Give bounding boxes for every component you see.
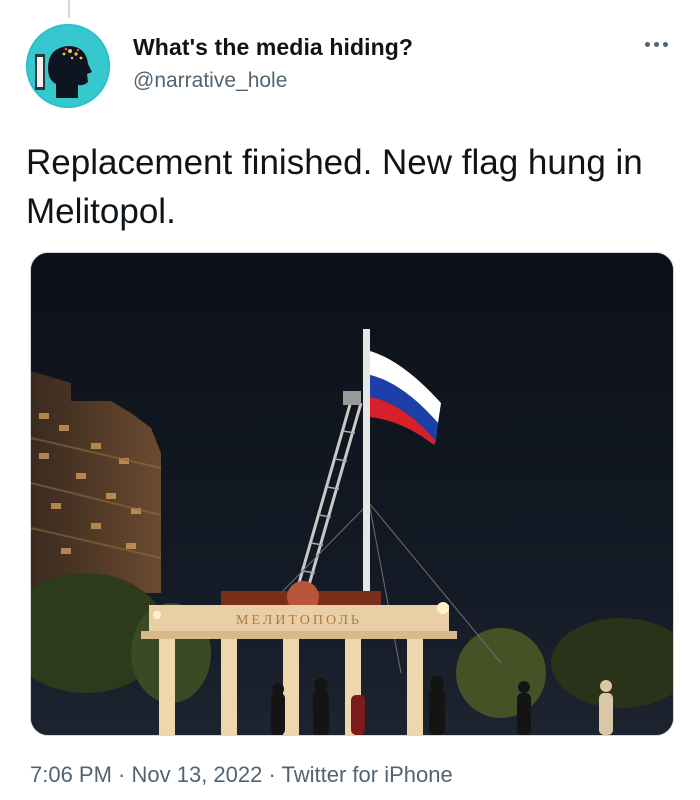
head-silhouette-icon bbox=[26, 24, 110, 108]
separator: · bbox=[262, 762, 282, 787]
thread-connector-line bbox=[68, 0, 70, 18]
tweet-photo[interactable]: МЕЛИТОПОЛЬ bbox=[30, 252, 674, 736]
tweet-time[interactable]: 7:06 PM bbox=[30, 762, 112, 787]
tweet-source[interactable]: Twitter for iPhone bbox=[282, 762, 453, 787]
tweet-date[interactable]: Nov 13, 2022 bbox=[132, 762, 263, 787]
author-handle[interactable]: @narrative_hole bbox=[133, 69, 287, 93]
more-options-button[interactable] bbox=[638, 30, 674, 58]
author-display-name[interactable]: What's the media hiding? bbox=[133, 34, 413, 61]
avatar[interactable] bbox=[26, 24, 110, 108]
tweet-text: Replacement finished. New flag hung in M… bbox=[26, 143, 643, 231]
tweet-metadata: 7:06 PM · Nov 13, 2022 · Twitter for iPh… bbox=[30, 762, 453, 788]
more-horizontal-icon bbox=[644, 41, 650, 47]
separator: · bbox=[111, 762, 132, 787]
flag-night-photo: МЕЛИТОПОЛЬ bbox=[31, 253, 673, 735]
sign-text: МЕЛИТОПОЛЬ bbox=[236, 613, 362, 628]
